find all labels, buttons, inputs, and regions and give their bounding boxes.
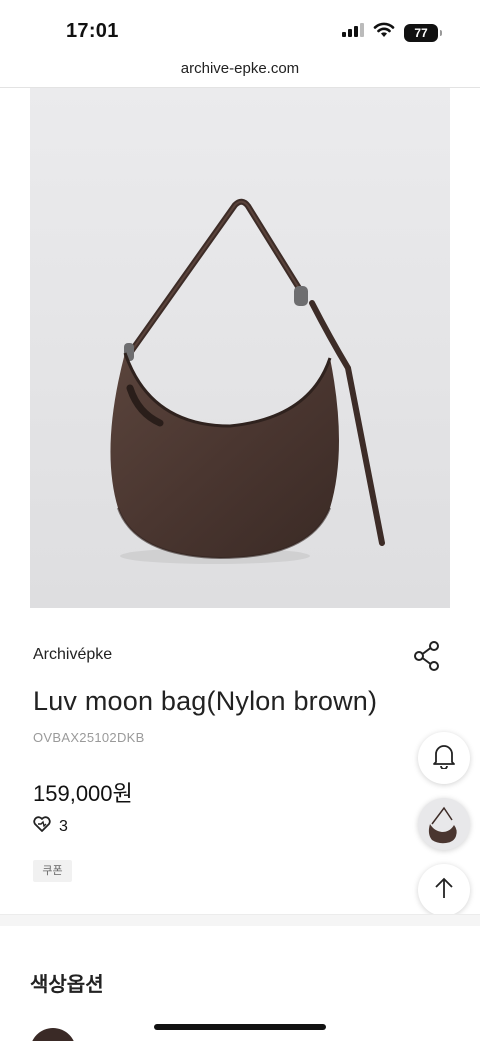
like-button[interactable]: 3 xyxy=(33,816,68,837)
brand-name[interactable]: Archivépke xyxy=(33,646,112,664)
url-bar[interactable]: archive-epke.com xyxy=(0,54,480,88)
color-swatch[interactable] xyxy=(30,1028,76,1041)
color-options-title: 색상옵션 xyxy=(30,974,104,996)
notification-button[interactable] xyxy=(418,732,470,784)
product-image[interactable] xyxy=(30,88,450,608)
product-thumbnail-button[interactable] xyxy=(418,798,470,850)
product-code: OVBAX25102DKB xyxy=(33,730,145,745)
signal-icon xyxy=(342,23,364,42)
bag-thumbnail xyxy=(428,806,457,844)
bag-illustration xyxy=(30,88,450,608)
heart-icon xyxy=(33,816,51,837)
product-price: 159,000원 xyxy=(33,781,133,806)
status-bar: 17:01 77 xyxy=(0,0,480,54)
section-divider xyxy=(0,914,480,926)
arrow-up-icon xyxy=(434,877,454,904)
url-text[interactable]: archive-epke.com xyxy=(181,60,299,77)
battery-icon: 77 xyxy=(404,23,442,42)
status-icons: 77 xyxy=(342,22,442,43)
scroll-top-button[interactable] xyxy=(418,864,470,916)
share-icon[interactable] xyxy=(413,641,441,671)
home-indicator xyxy=(154,1024,326,1030)
wifi-icon xyxy=(373,22,395,43)
bell-icon xyxy=(432,743,456,774)
like-count: 3 xyxy=(59,817,68,835)
product-name: Luv moon bag(Nylon brown) xyxy=(33,686,378,716)
status-time: 17:01 xyxy=(66,20,119,42)
coupon-badge[interactable]: 쿠폰 xyxy=(33,860,72,882)
